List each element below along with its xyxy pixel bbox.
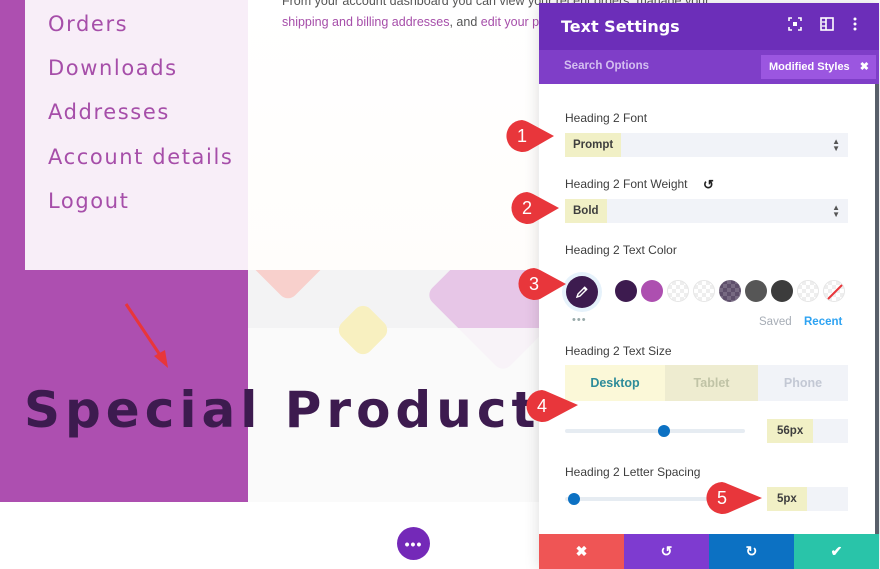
nav-addresses[interactable]: Addresses (48, 100, 170, 124)
redo-icon: ↻ (745, 543, 758, 559)
saved-colors-tab[interactable]: Saved (759, 316, 792, 328)
cancel-button[interactable]: ✖ (539, 534, 624, 569)
panel-header: Text Settings (539, 3, 879, 50)
tab-tablet[interactable]: Tablet (665, 365, 758, 401)
color-swatch[interactable] (719, 280, 741, 302)
callout-number: 5 (716, 488, 727, 508)
color-swatch[interactable] (693, 280, 715, 302)
modified-styles-label: Modified Styles (769, 61, 850, 73)
letter-spacing-label: Heading 2 Letter Spacing (565, 465, 701, 479)
letter-spacing-input[interactable]: 5px (767, 487, 848, 511)
reset-icon[interactable]: ↺ (703, 177, 714, 193)
select-arrows-icon: ▲ ▼ (832, 203, 840, 219)
kebab-menu-icon[interactable] (847, 17, 863, 33)
font-weight-select[interactable]: Bold ▲ ▼ (565, 199, 848, 223)
intro-separator: , and (449, 15, 481, 29)
hero-heading[interactable]: Special Product Offer (24, 380, 540, 440)
color-picker-button[interactable] (566, 276, 598, 308)
device-tabs: Desktop Tablet Phone (565, 365, 848, 401)
no-color-swatch[interactable] (823, 280, 845, 302)
callout-number: 2 (521, 198, 532, 218)
text-size-label: Heading 2 Text Size (565, 344, 672, 358)
more-colors-icon[interactable]: ••• (572, 314, 587, 326)
more-options-button[interactable]: ••• (397, 527, 430, 560)
save-button[interactable]: ✔ (794, 534, 879, 569)
account-content (248, 0, 538, 270)
color-swatch[interactable] (615, 280, 637, 302)
check-icon: ✔ (830, 543, 843, 559)
callout-3: 3 (518, 266, 566, 302)
split-view-icon[interactable] (819, 17, 835, 33)
nav-account-details[interactable]: Account details (48, 145, 233, 169)
callout-2: 2 (511, 190, 559, 226)
modified-styles-filter[interactable]: Modified Styles ✖ (761, 55, 876, 79)
panel-scrollbar[interactable] (875, 84, 879, 534)
font-weight-label: Heading 2 Font Weight (565, 177, 688, 191)
panel-footer: ✖ ↺ ↻ ✔ (539, 534, 879, 569)
close-icon[interactable]: ✖ (860, 55, 869, 79)
panel-title: Text Settings (561, 17, 680, 36)
decor-shape (248, 270, 331, 303)
nav-logout[interactable]: Logout (48, 189, 130, 213)
annotation-arrow-icon (124, 303, 168, 368)
no-color-slash-icon (827, 284, 843, 300)
close-icon: ✖ (575, 543, 588, 559)
color-swatch[interactable] (745, 280, 767, 302)
color-swatch[interactable] (641, 280, 663, 302)
nav-orders[interactable]: Orders (48, 12, 128, 36)
callout-number: 1 (516, 126, 527, 146)
callout-4: 4 (526, 388, 578, 424)
slider-handle[interactable] (568, 493, 580, 505)
color-swatch[interactable] (667, 280, 689, 302)
letter-spacing-value: 5px (767, 487, 807, 511)
tab-desktop[interactable]: Desktop (565, 365, 665, 401)
undo-icon: ↺ (660, 543, 673, 559)
callout-5: 5 (706, 480, 762, 516)
font-select-value: Prompt (565, 133, 622, 157)
slider-handle[interactable] (658, 425, 670, 437)
eyedropper-icon (575, 286, 588, 299)
font-weight-value: Bold (565, 199, 607, 223)
font-select[interactable]: Prompt ▲ ▼ (565, 133, 848, 157)
panel-filter-bar: Search Options Modified Styles ✖ (539, 50, 879, 84)
text-size-input[interactable]: 56px (767, 419, 848, 443)
undo-button[interactable]: ↺ (624, 534, 709, 569)
text-size-value: 56px (767, 419, 814, 443)
focus-icon[interactable] (787, 17, 803, 33)
nav-downloads[interactable]: Downloads (48, 56, 178, 80)
addresses-link[interactable]: shipping and billing addresses (282, 15, 449, 29)
callout-number: 4 (536, 396, 547, 416)
redo-button[interactable]: ↻ (709, 534, 794, 569)
callout-number: 3 (528, 274, 539, 294)
tab-phone[interactable]: Phone (758, 365, 848, 401)
text-size-slider[interactable] (565, 425, 745, 437)
recent-colors-tab[interactable]: Recent (804, 316, 842, 328)
font-label: Heading 2 Font (565, 111, 648, 125)
more-horizontal-icon: ••• (404, 535, 423, 552)
text-color-label: Heading 2 Text Color (565, 243, 677, 257)
callout-1: 1 (506, 118, 554, 154)
select-arrows-icon: ▲ ▼ (832, 137, 840, 153)
color-swatch[interactable] (771, 280, 793, 302)
account-navigation: Orders Downloads Addresses Account detai… (25, 0, 248, 270)
color-swatch[interactable] (797, 280, 819, 302)
search-options-input[interactable]: Search Options (564, 60, 649, 72)
